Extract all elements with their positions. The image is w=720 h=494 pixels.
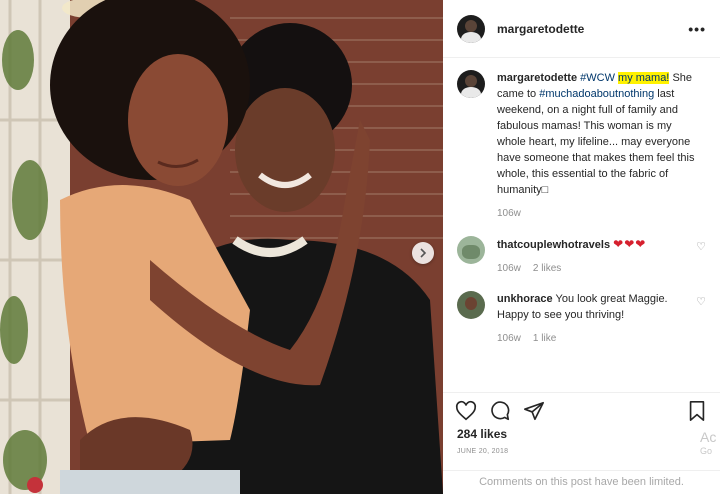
post-photo bbox=[0, 0, 443, 494]
photo-illustration bbox=[0, 0, 443, 494]
activate-windows-watermark: Ac Go bbox=[700, 430, 720, 458]
post-actions bbox=[443, 392, 720, 422]
comment-item: thatcouplewhotravels ❤❤❤ 106w 2 likes ♡ bbox=[457, 236, 706, 277]
next-photo-button[interactable] bbox=[412, 242, 434, 264]
comment-likes[interactable]: 1 like bbox=[533, 333, 556, 344]
comments-list: margaretodette #WCW my mama! She came to… bbox=[443, 70, 720, 347]
caption-meta: 106w bbox=[497, 206, 702, 222]
post-side-panel: margaretodette ••• margaretodette #WCW m… bbox=[443, 0, 720, 494]
like-count[interactable]: 284 likes bbox=[457, 427, 507, 441]
caption-text-after: last weekend, on a night full of family … bbox=[497, 88, 695, 196]
watermark-line-2: Go bbox=[700, 446, 713, 456]
comment-meta: 106w 2 likes bbox=[497, 261, 702, 277]
bookmark-icon[interactable] bbox=[686, 400, 708, 422]
heart-emoji: ❤❤❤ bbox=[613, 237, 647, 251]
comment-like-heart-icon[interactable]: ♡ bbox=[696, 240, 706, 253]
comments-limited-notice: Comments on this post have been limited. bbox=[443, 470, 720, 494]
post-date: JUNE 20, 2018 bbox=[457, 448, 509, 455]
more-options-icon[interactable]: ••• bbox=[688, 21, 706, 37]
comment-author[interactable]: unkhorace bbox=[497, 293, 553, 305]
comment-body: unkhorace You look great Maggie. Happy t… bbox=[497, 291, 702, 347]
comment-author[interactable]: thatcouplewhotravels bbox=[497, 239, 610, 251]
comment-age: 106w bbox=[497, 333, 521, 344]
paper-plane-icon[interactable] bbox=[523, 400, 545, 422]
author-avatar[interactable] bbox=[457, 14, 485, 43]
comment-item: unkhorace You look great Maggie. Happy t… bbox=[457, 291, 706, 347]
post-header: margaretodette ••• bbox=[443, 0, 720, 58]
speech-bubble-icon[interactable] bbox=[489, 400, 511, 422]
comment-age: 106w bbox=[497, 263, 521, 274]
hashtag-event[interactable]: #muchadoaboutnothing bbox=[539, 88, 654, 100]
caption-body: margaretodette #WCW my mama! She came to… bbox=[497, 70, 702, 222]
commenter-avatar[interactable] bbox=[457, 291, 485, 319]
comment-meta: 106w 1 like bbox=[497, 331, 702, 347]
chevron-right-icon bbox=[420, 248, 427, 258]
commenter-avatar[interactable] bbox=[457, 236, 485, 264]
comment-like-heart-icon[interactable]: ♡ bbox=[696, 295, 706, 308]
hashtag-wcw[interactable]: #WCW bbox=[580, 72, 615, 84]
watermark-line-1: Ac bbox=[700, 429, 717, 445]
heart-outline-icon[interactable] bbox=[455, 400, 477, 422]
comment-body: thatcouplewhotravels ❤❤❤ 106w 2 likes bbox=[497, 236, 702, 277]
comment-likes[interactable]: 2 likes bbox=[533, 263, 561, 274]
caption-avatar[interactable] bbox=[457, 70, 485, 98]
highlighted-text: my mama! bbox=[618, 72, 670, 84]
author-username[interactable]: margaretodette bbox=[497, 22, 584, 36]
caption-author[interactable]: margaretodette bbox=[497, 72, 577, 84]
caption: margaretodette #WCW my mama! She came to… bbox=[457, 70, 706, 222]
caption-age: 106w bbox=[497, 208, 521, 219]
